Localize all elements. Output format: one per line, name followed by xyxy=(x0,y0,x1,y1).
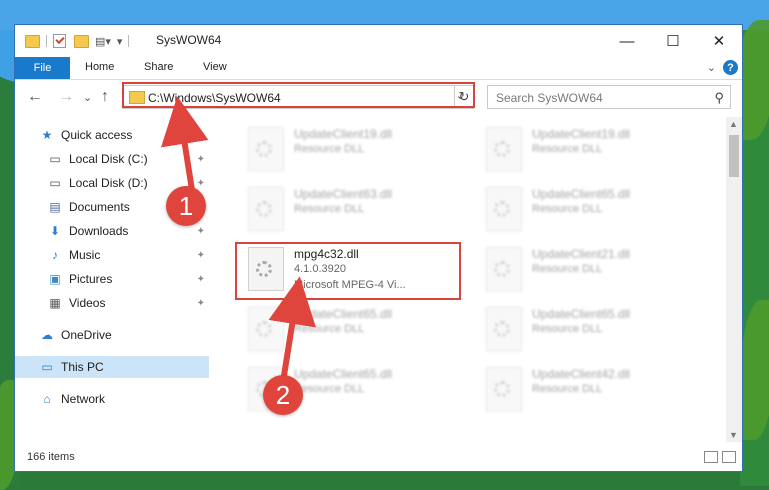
step-marker-2: 2 xyxy=(263,375,303,415)
annotation-arrows xyxy=(161,96,316,383)
arrow-1 xyxy=(161,96,209,191)
arrow-2 xyxy=(268,276,316,383)
step-marker-1: 1 xyxy=(166,186,206,226)
